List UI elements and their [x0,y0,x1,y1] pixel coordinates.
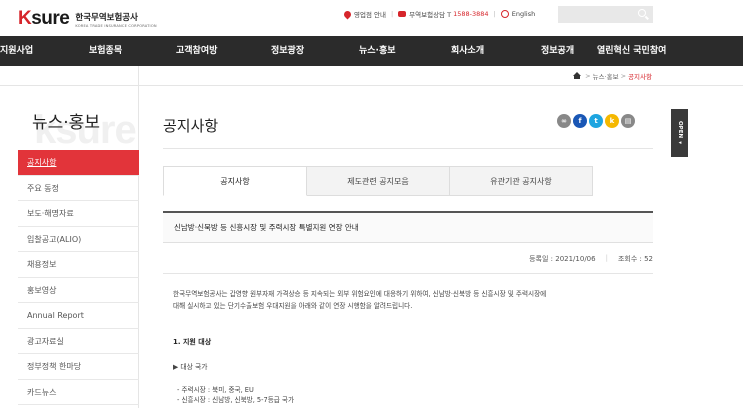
list-item: - 신흥시장 : 신남방, 신북방, 5-7등급 국가 [177,395,295,404]
article-title: 신남방·신북방 등 신흥시장 및 주력시장 특별지원 연장 안내 [163,213,653,243]
article-date: 등록일 : 2021/10/06 [529,255,596,263]
sidebar-item-policy[interactable]: 정부정책 한마당 [18,354,139,380]
sidebar: ksure 뉴스·홍보 공지사항 주요 동정 보도·해명자료 입찰공고(ALIO… [0,86,139,408]
breadcrumb: > 뉴스·홍보 > 공지사항 [573,71,652,81]
page-title: 공지사항 [163,117,219,135]
english-link[interactable]: English [500,10,535,18]
search-icon[interactable] [638,9,646,17]
section-heading: 1. 지원 대상 [173,338,212,346]
notice-tabs: 공지사항 제도관련 공지모음 유관기관 공지사항 [163,166,593,196]
tab-related-notices[interactable]: 유관기관 공지사항 [450,166,593,196]
branch-guide-link[interactable]: 영업점 안내 [342,9,386,19]
nav-item-company[interactable]: 회사소개 [451,36,484,66]
sidebar-item-ads[interactable]: 광고자료실 [18,329,139,354]
tab-system-notices[interactable]: 제도관련 공지모음 [307,166,450,196]
consult-phone[interactable]: 무역보험상담 T 1588-3884 [398,9,489,19]
nav-item-customer[interactable]: 고객참여방 [176,36,217,66]
globe-icon [500,10,509,18]
nav-item-support[interactable]: 지원사업 [0,36,33,66]
pin-icon [342,9,353,19]
phone-icon [398,11,407,17]
list-item: - 주력시장 : 북미, 중국, EU [177,386,254,394]
sidebar-title: 뉴스·홍보 [32,113,100,133]
logo-korean-name: 한국무역보험공사 [75,12,138,23]
sidebar-item-video[interactable]: 홍보영상 [18,278,139,303]
nav-item-open-innovation[interactable]: 열린혁신 국민참여 [597,36,666,66]
article-body: 한국무역보험공사는 갑영향 원부자재 가격상승 등 지속되는 외부 위험요인에 … [173,289,643,312]
target-list: - 주력시장 : 북미, 중국, EU - 신흥시장 : 신남방, 신북방, 5… [177,386,294,405]
breadcrumb-current[interactable]: 공지사항 [628,71,652,81]
article-meta: 등록일 : 2021/10/06 | 조회수 : 52 [529,254,653,263]
print-icon[interactable]: ▤ [621,114,635,128]
article-views: 조회수 : 52 [617,255,653,263]
tab-notices[interactable]: 공지사항 [163,166,307,196]
article-body-line: 한국무역보험공사는 갑영향 원부자재 가격상승 등 지속되는 외부 위험요인에 … [173,290,547,298]
nav-item-news[interactable]: 뉴스·홍보 [359,36,396,66]
sidebar-item-press[interactable]: 보도·해명자료 [18,201,139,227]
sidebar-item-bidding[interactable]: 입찰공고(ALIO) [18,227,139,252]
nav-item-insurance[interactable]: 보험종목 [89,36,122,66]
open-panel-tab[interactable]: OPEN ◂ [671,109,688,157]
sidebar-item-recruit[interactable]: 채용정보 [18,252,139,278]
facebook-icon[interactable]: f [573,114,587,128]
utility-links: 영업점 안내 | 무역보험상담 T 1588-3884 | English [342,9,535,19]
logo-mark: Ksure [18,8,70,29]
breadcrumb-news[interactable]: 뉴스·홍보 [593,71,619,81]
home-icon[interactable] [573,72,582,79]
share-toolbar: ∞ f t k ▤ [557,114,637,128]
twitter-icon[interactable]: t [589,114,603,128]
article-body-line: 대해 실시하고 있는 단기수출보험 우대지원을 아래와 같이 연장 시행함을 알… [173,301,413,310]
nav-item-info[interactable]: 정보광장 [271,36,304,66]
sidebar-item-card-news[interactable]: 카드뉴스 [18,380,139,405]
top-header: Ksure 한국무역보험공사 KOREA TRADE INSURANCE COR… [0,0,743,36]
ksure-logo[interactable]: Ksure 한국무역보험공사 KOREA TRADE INSURANCE COR… [18,8,157,30]
search-input[interactable] [558,6,653,23]
sidebar-menu: 공지사항 주요 동정 보도·해명자료 입찰공고(ALIO) 채용정보 홍보영상 … [18,150,139,405]
link-icon[interactable]: ∞ [557,114,571,128]
logo-english-name: KOREA TRADE INSURANCE CORPORATION [75,23,157,28]
kakaostory-icon[interactable]: k [605,114,619,128]
nav-item-disclosure[interactable]: 정보공개 [541,36,574,66]
main-nav: 지원사업 보험종목 고객참여방 정보광장 뉴스·홍보 회사소개 정보공개 열린혁… [0,36,743,66]
sidebar-item-main-activities[interactable]: 주요 동정 [18,176,139,201]
sidebar-item-notices[interactable]: 공지사항 [18,150,139,176]
breadcrumb-bar: > 뉴스·홍보 > 공지사항 [0,66,743,86]
logo-text: 한국무역보험공사 KOREA TRADE INSURANCE CORPORATI… [75,11,156,28]
target-label: ▶ 대상 국가 [173,363,208,371]
sidebar-item-annual-report[interactable]: Annual Report [18,303,139,329]
